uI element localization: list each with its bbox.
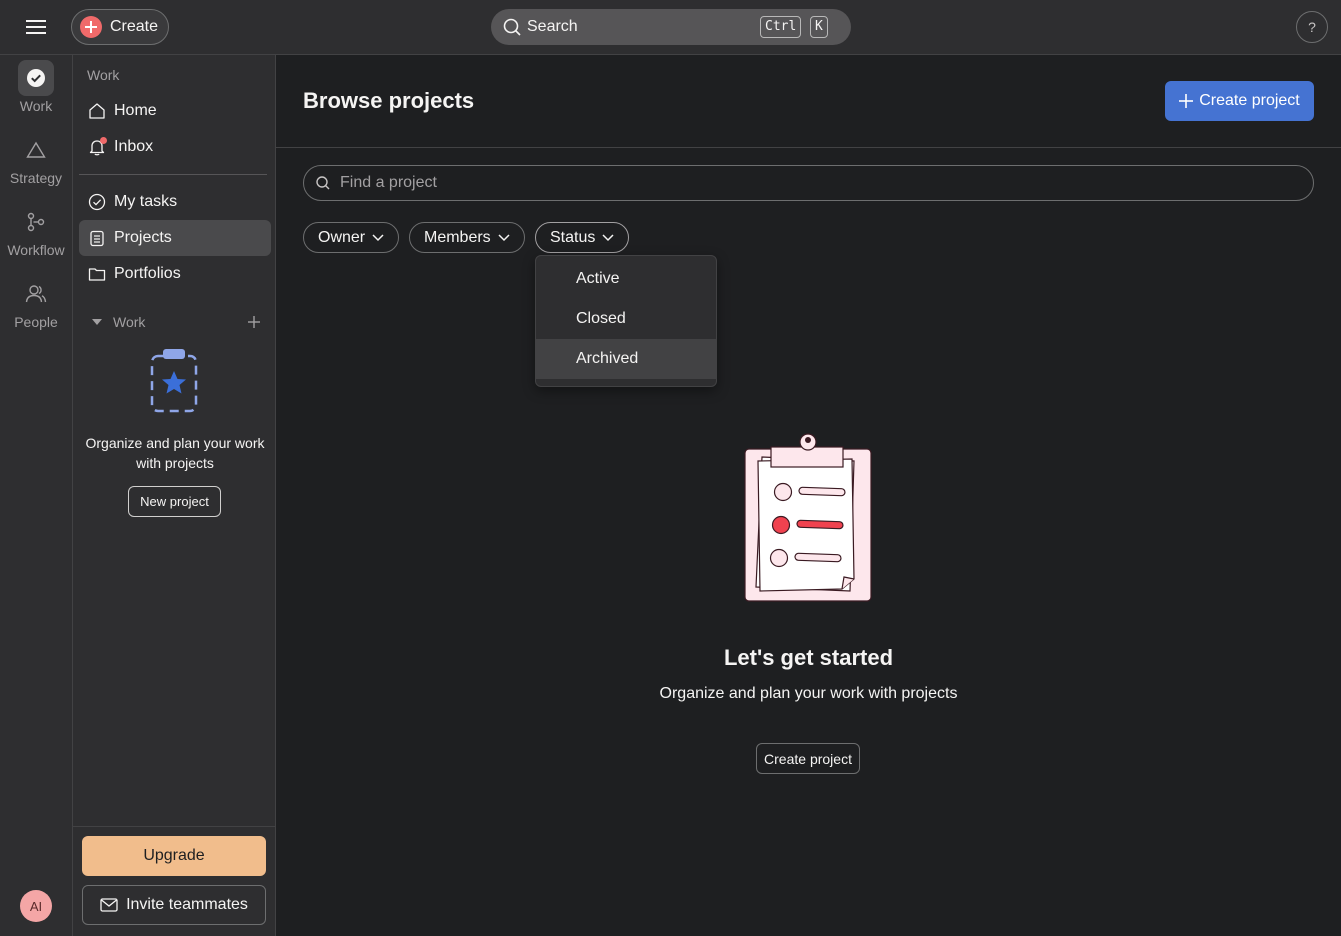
- project-clipboard-illustration: [149, 348, 199, 414]
- sidebar-item-portfolios[interactable]: Portfolios: [79, 256, 271, 292]
- sidebar-section-work: Work: [79, 307, 271, 337]
- sidebar-item-label: Home: [114, 102, 157, 119]
- top-bar: Create Search Ctrl K ?: [0, 0, 1341, 55]
- avatar[interactable]: AI: [20, 890, 52, 922]
- avatar-initials: AI: [29, 898, 43, 914]
- chevron-down-icon: [372, 233, 384, 241]
- sidebar-divider: [79, 174, 267, 175]
- sidebar-divider: [73, 826, 275, 827]
- owner-filter[interactable]: Owner: [303, 222, 400, 253]
- sidebar-item-projects[interactable]: Projects: [79, 220, 271, 256]
- upgrade-button[interactable]: Upgrade: [82, 836, 266, 876]
- sidebar-section-label: Work: [113, 314, 146, 330]
- invite-button-label: Invite teammates: [126, 896, 248, 913]
- checklist-clipboard-illustration: [740, 431, 876, 603]
- rail-item-workflow[interactable]: Workflow: [0, 204, 72, 258]
- chevron-down-icon: [498, 233, 510, 241]
- mail-icon: [100, 898, 118, 912]
- home-icon: [87, 101, 107, 121]
- plus-icon: [80, 16, 102, 38]
- notification-dot: [100, 137, 107, 144]
- folder-icon: [87, 264, 107, 284]
- sidebar-item-label: Projects: [114, 229, 172, 246]
- search-icon: [503, 18, 521, 36]
- filter-label: Members: [424, 228, 491, 246]
- sidebar: Work Home Inbox My tasks Projects Portfo…: [72, 55, 276, 936]
- new-project-button[interactable]: New project: [128, 486, 221, 517]
- main-content: Browse projects Create project Owner Mem…: [276, 55, 1341, 936]
- people-icon: [18, 276, 54, 312]
- filter-label: Status: [550, 228, 596, 246]
- rail-item-label: People: [14, 314, 58, 330]
- status-option-archived[interactable]: Archived: [536, 339, 716, 379]
- bell-icon: [87, 137, 107, 157]
- shortcut-key-k: K: [810, 16, 828, 38]
- workflow-icon: [18, 204, 54, 240]
- rail-item-strategy[interactable]: Strategy: [0, 132, 72, 186]
- sidebar-item-my-tasks[interactable]: My tasks: [79, 184, 271, 220]
- status-filter[interactable]: Status: [535, 222, 630, 253]
- members-filter[interactable]: Members: [409, 222, 525, 253]
- caret-down-icon[interactable]: [87, 312, 107, 332]
- search-bar[interactable]: Search Ctrl K: [491, 9, 851, 45]
- sidebar-empty-text: Organize and plan your work with project…: [85, 435, 265, 471]
- rail-item-people[interactable]: People: [0, 276, 72, 330]
- empty-state-button-label: Create project: [764, 750, 852, 767]
- sidebar-item-inbox[interactable]: Inbox: [79, 129, 271, 165]
- status-dropdown: Active Closed Archived: [535, 255, 717, 387]
- sidebar-heading: Work: [87, 67, 120, 83]
- sidebar-item-home[interactable]: Home: [79, 93, 271, 129]
- rail-item-label: Work: [19, 98, 53, 114]
- sidebar-item-label: Portfolios: [114, 265, 181, 282]
- search-icon: [316, 176, 330, 190]
- create-project-button[interactable]: Create project: [1165, 81, 1314, 121]
- upgrade-button-label: Upgrade: [143, 847, 205, 864]
- chevron-down-icon: [602, 233, 614, 241]
- status-option-active[interactable]: Active: [536, 259, 716, 299]
- find-project-field: [303, 165, 1314, 201]
- find-project-input[interactable]: [340, 174, 1280, 192]
- add-icon[interactable]: [243, 311, 265, 333]
- help-icon: ?: [1308, 19, 1316, 35]
- sidebar-item-label: Inbox: [114, 138, 154, 155]
- check-circle-icon: [18, 60, 54, 96]
- filter-label: Owner: [318, 228, 366, 246]
- triangle-icon: [18, 132, 54, 168]
- rail-item-work[interactable]: Work: [0, 60, 72, 114]
- clipboard-icon: [87, 228, 107, 248]
- rail-item-label: Workflow: [7, 242, 65, 258]
- sidebar-item-label: My tasks: [114, 193, 178, 210]
- create-project-label: Create project: [1199, 92, 1300, 109]
- empty-state-title: Let's get started: [723, 645, 894, 670]
- header-divider: [276, 147, 1341, 148]
- empty-state-create-project-button[interactable]: Create project: [756, 743, 860, 774]
- plus-icon: [1179, 94, 1194, 108]
- page-title: Browse projects: [303, 88, 475, 113]
- menu-toggle-button[interactable]: [20, 12, 52, 42]
- search-label: Search: [527, 18, 578, 35]
- check-circle-icon: [87, 192, 107, 212]
- rail-item-label: Strategy: [9, 170, 63, 186]
- hamburger-icon: [26, 20, 46, 34]
- create-button[interactable]: Create: [71, 9, 169, 45]
- empty-state-subtitle: Organize and plan your work with project…: [659, 685, 958, 702]
- create-button-label: Create: [110, 18, 159, 35]
- invite-teammates-button[interactable]: Invite teammates: [82, 885, 266, 925]
- shortcut-key-ctrl: Ctrl: [760, 16, 802, 38]
- status-option-closed[interactable]: Closed: [536, 299, 716, 339]
- left-rail: Work Strategy Workflow People: [0, 55, 72, 936]
- help-button[interactable]: ?: [1296, 11, 1328, 43]
